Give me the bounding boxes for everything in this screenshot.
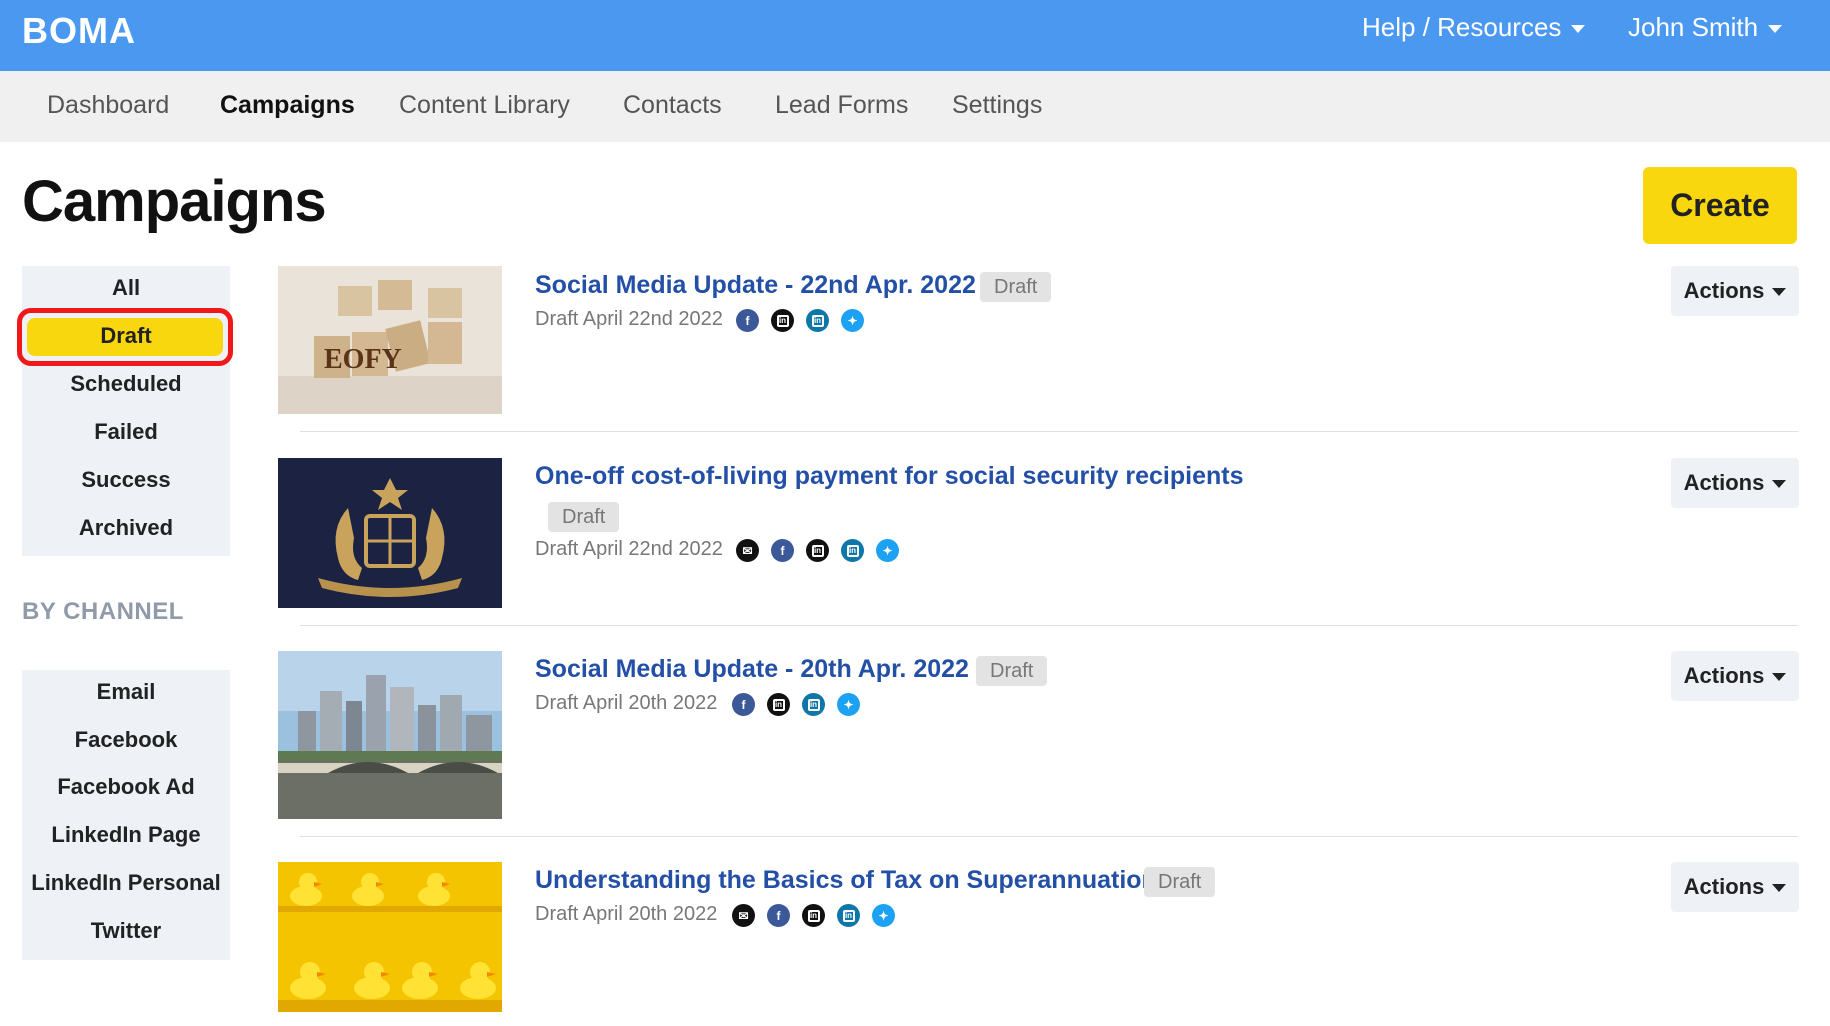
campaign-meta: Draft April 22nd 2022: [535, 308, 723, 330]
help-resources-menu[interactable]: Help / Resources: [1362, 12, 1586, 43]
campaign-thumbnail[interactable]: [278, 862, 502, 1012]
status-badge: Draft: [1144, 867, 1216, 897]
caret-down-icon: [1772, 673, 1787, 681]
status-badge: Draft: [980, 272, 1052, 302]
actions-dropdown-button[interactable]: Actions: [1671, 651, 1799, 701]
status-badge: Draft: [976, 656, 1048, 686]
tab-lead-forms[interactable]: Lead Forms: [775, 91, 908, 120]
actions-label: Actions: [1683, 278, 1765, 303]
tab-settings[interactable]: Settings: [952, 91, 1042, 120]
email-icon: ✉: [736, 539, 759, 562]
caret-down-icon: [1571, 24, 1586, 33]
row-divider: [300, 836, 1798, 837]
page-title: Campaigns: [22, 169, 327, 234]
linkedin-page-icon: in: [806, 309, 829, 332]
eofy-blocks-image: EOFY: [278, 266, 502, 414]
boma-logo[interactable]: BOMA: [22, 10, 136, 52]
status-badge: Draft: [548, 502, 620, 532]
actions-dropdown-button[interactable]: Actions: [1671, 862, 1799, 912]
help-resources-label: Help / Resources: [1362, 12, 1562, 42]
channel-item-facebook[interactable]: Facebook: [22, 727, 230, 753]
actions-label: Actions: [1683, 470, 1765, 495]
status-item-failed[interactable]: Failed: [22, 419, 230, 445]
tab-contacts[interactable]: Contacts: [623, 91, 722, 120]
linkedin-personal-icon: in: [806, 539, 829, 562]
actions-label: Actions: [1683, 874, 1765, 899]
campaign-thumbnail[interactable]: [278, 651, 502, 819]
status-item-archived[interactable]: Archived: [22, 515, 230, 541]
by-channel-heading: BY CHANNEL: [22, 598, 184, 625]
facebook-icon: f: [771, 539, 794, 562]
linkedin-page-icon: in: [837, 904, 860, 927]
tab-content-library[interactable]: Content Library: [399, 91, 570, 120]
tab-campaigns[interactable]: Campaigns: [220, 91, 355, 120]
create-button[interactable]: Create: [1643, 167, 1797, 244]
campaign-meta: Draft April 20th 2022: [535, 903, 718, 925]
email-icon: ✉: [732, 904, 755, 927]
campaign-title-link[interactable]: Understanding the Basics of Tax on Super…: [535, 866, 1157, 895]
twitter-icon: ✦: [841, 309, 864, 332]
linkedin-personal-icon: in: [802, 904, 825, 927]
twitter-icon: ✦: [872, 904, 895, 927]
tab-dashboard[interactable]: Dashboard: [47, 91, 169, 120]
caret-down-icon: [1772, 288, 1787, 296]
channel-item-linkedin-personal[interactable]: LinkedIn Personal: [22, 870, 230, 896]
facebook-icon: f: [736, 309, 759, 332]
twitter-icon: ✦: [876, 539, 899, 562]
facebook-icon: f: [732, 693, 755, 716]
twitter-icon: ✦: [837, 693, 860, 716]
actions-dropdown-button[interactable]: Actions: [1671, 266, 1799, 316]
row-divider: [300, 625, 1798, 626]
channel-item-twitter[interactable]: Twitter: [22, 918, 230, 944]
user-name-label: John Smith: [1628, 12, 1759, 42]
caret-down-icon: [1772, 884, 1787, 892]
user-menu[interactable]: John Smith: [1628, 12, 1783, 43]
campaign-meta: Draft April 20th 2022: [535, 692, 718, 714]
channel-filter-list: [22, 670, 230, 960]
linkedin-page-icon: in: [841, 539, 864, 562]
status-item-scheduled[interactable]: Scheduled: [22, 371, 230, 397]
campaign-title-link[interactable]: Social Media Update - 22nd Apr. 2022: [535, 271, 976, 300]
channel-icons: ✉ f in in ✦: [732, 904, 895, 927]
actions-dropdown-button[interactable]: Actions: [1671, 458, 1799, 508]
status-item-success[interactable]: Success: [22, 467, 230, 493]
channel-item-linkedin-page[interactable]: LinkedIn Page: [22, 822, 230, 848]
campaign-thumbnail[interactable]: [278, 458, 502, 608]
channel-icons: f in in ✦: [736, 309, 864, 332]
campaign-thumbnail[interactable]: EOFY: [278, 266, 502, 414]
rubber-ducks-image: [278, 862, 502, 1012]
coat-of-arms-image: [278, 458, 502, 608]
city-bridge-image: [278, 651, 502, 819]
top-bar: BOMA Help / Resources John Smith: [0, 0, 1830, 71]
caret-down-icon: [1772, 480, 1787, 488]
main-nav: Dashboard Campaigns Content Library Cont…: [0, 71, 1830, 142]
linkedin-personal-icon: in: [771, 309, 794, 332]
campaign-title-link[interactable]: One-off cost-of-living payment for socia…: [535, 462, 1243, 491]
channel-icons: f in in ✦: [732, 693, 860, 716]
facebook-icon: f: [767, 904, 790, 927]
campaign-title-link[interactable]: Social Media Update - 20th Apr. 2022: [535, 655, 969, 684]
status-item-all[interactable]: All: [22, 275, 230, 301]
caret-down-icon: [1768, 24, 1783, 33]
status-item-draft[interactable]: Draft: [22, 323, 230, 349]
row-divider: [300, 431, 1798, 432]
channel-item-facebook-ad[interactable]: Facebook Ad: [22, 774, 230, 800]
linkedin-page-icon: in: [802, 693, 825, 716]
campaign-meta: Draft April 22nd 2022: [535, 538, 723, 560]
actions-label: Actions: [1683, 663, 1765, 688]
linkedin-personal-icon: in: [767, 693, 790, 716]
thumbnail-letter: EOFY: [324, 344, 402, 375]
channel-icons: ✉ f in in ✦: [736, 539, 899, 562]
channel-item-email[interactable]: Email: [22, 679, 230, 705]
